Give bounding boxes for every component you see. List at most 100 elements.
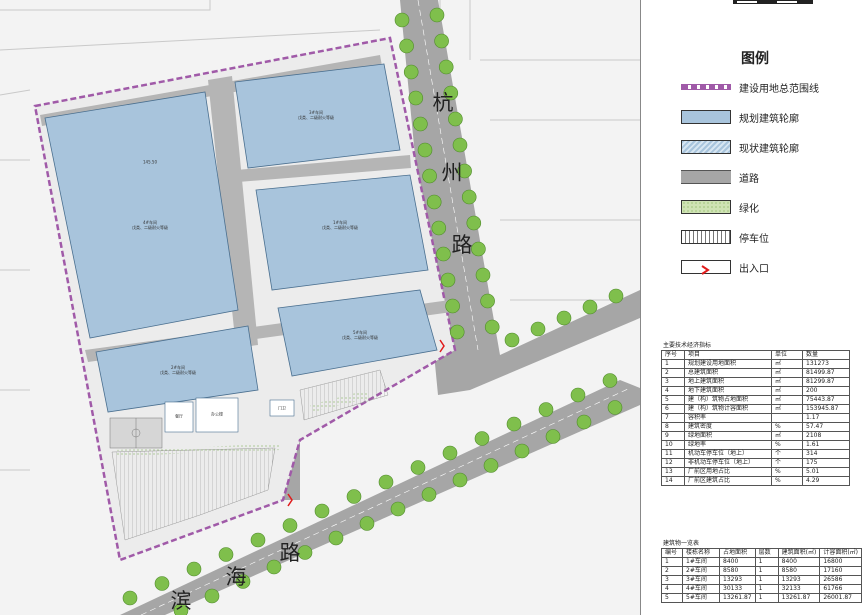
- table-cell: 2: [661, 566, 683, 576]
- table-row: 3 3#车间 13293 1 13293 26586: [661, 575, 863, 585]
- table-cell: ㎡: [771, 404, 803, 414]
- table-cell: 3: [661, 575, 683, 585]
- table-cell: 9: [661, 431, 685, 441]
- table-cell: 10: [661, 440, 685, 450]
- table-cell: 13293: [719, 575, 756, 585]
- table-cell: ㎡: [771, 431, 803, 441]
- table-cell: 2#车间: [682, 566, 720, 576]
- tree-icon: [434, 33, 449, 49]
- tree-icon: [436, 246, 451, 262]
- table-cell: 16800: [819, 557, 863, 567]
- table-cell: 建筑密度: [684, 422, 772, 432]
- legend-label: 道路: [739, 173, 759, 185]
- table-cell: [771, 413, 803, 423]
- table-row: 14 厂前区建筑占比% 4.29: [661, 476, 850, 486]
- table-cell: 14: [661, 476, 685, 486]
- table-cell: 单位: [771, 350, 803, 360]
- building-list-table: 编号 楼栋名称 占地面积 层数 建筑面积(㎡) 计容面积(㎡) 1 1#车间 8400 1 8400…: [661, 548, 863, 603]
- table-cell: 绿地面积: [684, 431, 772, 441]
- table-row: 4 4#车间 30133 1 32133 61766: [661, 584, 863, 594]
- table-row: 1 规划建设用地面积㎡ 131273: [661, 359, 850, 369]
- building-1-label: 1#车间 戊类、二级耐火等级: [322, 220, 358, 230]
- tree-icon: [466, 215, 482, 231]
- tree-icon: [504, 332, 520, 348]
- site-plan-map: 4#车间 戊类、二级耐火等级 145.50 3#车间 戊类、二级耐火等级 1#车间戊…: [0, 0, 640, 615]
- table-cell: %: [771, 476, 803, 486]
- tree-icon: [282, 518, 298, 533]
- table-cell: 2108: [802, 431, 850, 441]
- table-cell: 绿地率: [684, 440, 772, 450]
- legend-label: 建设用地总范围线: [739, 83, 819, 95]
- table-cell: 5.01: [802, 467, 850, 477]
- table-cell: 1#车间: [682, 557, 720, 567]
- table-row: 1 1#车间 8400 1 8400 16800: [661, 557, 863, 567]
- tree-icon: [449, 324, 465, 340]
- table-row: 13 厂前区用地占比% 5.01: [661, 467, 850, 477]
- tree-icon: [514, 443, 530, 459]
- tree-icon: [471, 241, 486, 257]
- table-cell: 个: [771, 458, 803, 468]
- green-swatch: [681, 200, 731, 214]
- table-cell: 1: [661, 557, 683, 567]
- tree-icon: [431, 220, 447, 236]
- tree-icon: [154, 576, 170, 591]
- tree-icon: [576, 414, 592, 430]
- tree-icon: [186, 561, 202, 577]
- legend-panel: 图例 建设用地总范围线 规划建筑轮廓 现状建筑轮廓 道路 绿化 停车位 出入口 …: [640, 0, 865, 615]
- table-cell: 13261.87: [719, 593, 756, 603]
- legend-item-boundary: 建设用地总范围线: [681, 78, 819, 96]
- tree-icon: [204, 588, 220, 604]
- table-cell: 建筑面积(㎡): [777, 548, 821, 558]
- table-header-row: 编号 楼栋名称 占地面积 层数 建筑面积(㎡) 计容面积(㎡): [661, 548, 863, 558]
- table-cell: 数量: [802, 350, 850, 360]
- tree-icon: [328, 530, 344, 546]
- table-row: 5 建（构）筑物占地面积㎡ 75443.87: [661, 395, 850, 405]
- tree-icon: [346, 489, 362, 504]
- legend-item-planned: 规划建筑轮廓: [681, 108, 799, 126]
- tree-icon: [122, 590, 138, 606]
- tree-icon: [452, 472, 468, 488]
- planned-building-swatch: [681, 110, 731, 124]
- table-cell: 8400: [719, 557, 756, 567]
- tree-icon: [602, 373, 618, 388]
- tree-icon: [413, 116, 428, 132]
- table-cell: 81499.87: [802, 368, 850, 378]
- table-cell: 13: [661, 467, 685, 477]
- table-cell: 12: [661, 458, 685, 468]
- table-cell: 厂前区用地占比: [684, 467, 772, 477]
- canteen-label: 餐厅: [175, 413, 183, 419]
- table-cell: 建（构）筑物占地面积: [684, 395, 772, 405]
- table-cell: 楼栋名称: [682, 548, 720, 558]
- tree-icon: [607, 400, 623, 415]
- tree-icon: [417, 142, 433, 158]
- tech-table-title: 主要技术经济指标: [663, 342, 712, 349]
- table-cell: 项目: [684, 350, 772, 360]
- table-cell: 1: [754, 575, 779, 585]
- table-cell: 8400: [777, 557, 821, 567]
- table-cell: 30133: [719, 584, 756, 594]
- tree-icon: [582, 299, 598, 315]
- table-row: 2 总建筑面积㎡ 81499.87: [661, 368, 850, 378]
- tree-icon: [608, 288, 624, 304]
- table-row: 7 容积率 1.17: [661, 413, 850, 423]
- table-cell: 1: [754, 584, 779, 594]
- table-cell: 13261.87: [777, 593, 821, 603]
- tree-icon: [530, 321, 546, 337]
- table-cell: 153945.87: [802, 404, 850, 414]
- tree-icon: [545, 429, 561, 444]
- table-row: 10 绿地率% 1.61: [661, 440, 850, 450]
- tree-icon: [250, 532, 266, 548]
- table-cell: 编号: [661, 548, 683, 558]
- legend-label: 现状建筑轮廓: [739, 143, 799, 155]
- table-cell: ㎡: [771, 395, 803, 405]
- table-cell: 4: [661, 584, 683, 594]
- table-cell: 建（构）筑物计容面积: [684, 404, 772, 414]
- entrance-arrow-icon: [701, 265, 710, 275]
- table-header-row: 序号 项目 单位 数量: [661, 350, 850, 360]
- tree-icon: [440, 272, 456, 288]
- road-name-hangzhou-2: 州: [441, 161, 463, 185]
- tree-icon: [484, 319, 500, 335]
- building-5-label: 5#车间 戊类、二级耐火等级: [342, 330, 378, 340]
- table-cell: 32133: [777, 584, 821, 594]
- table-cell: ㎡: [771, 377, 803, 387]
